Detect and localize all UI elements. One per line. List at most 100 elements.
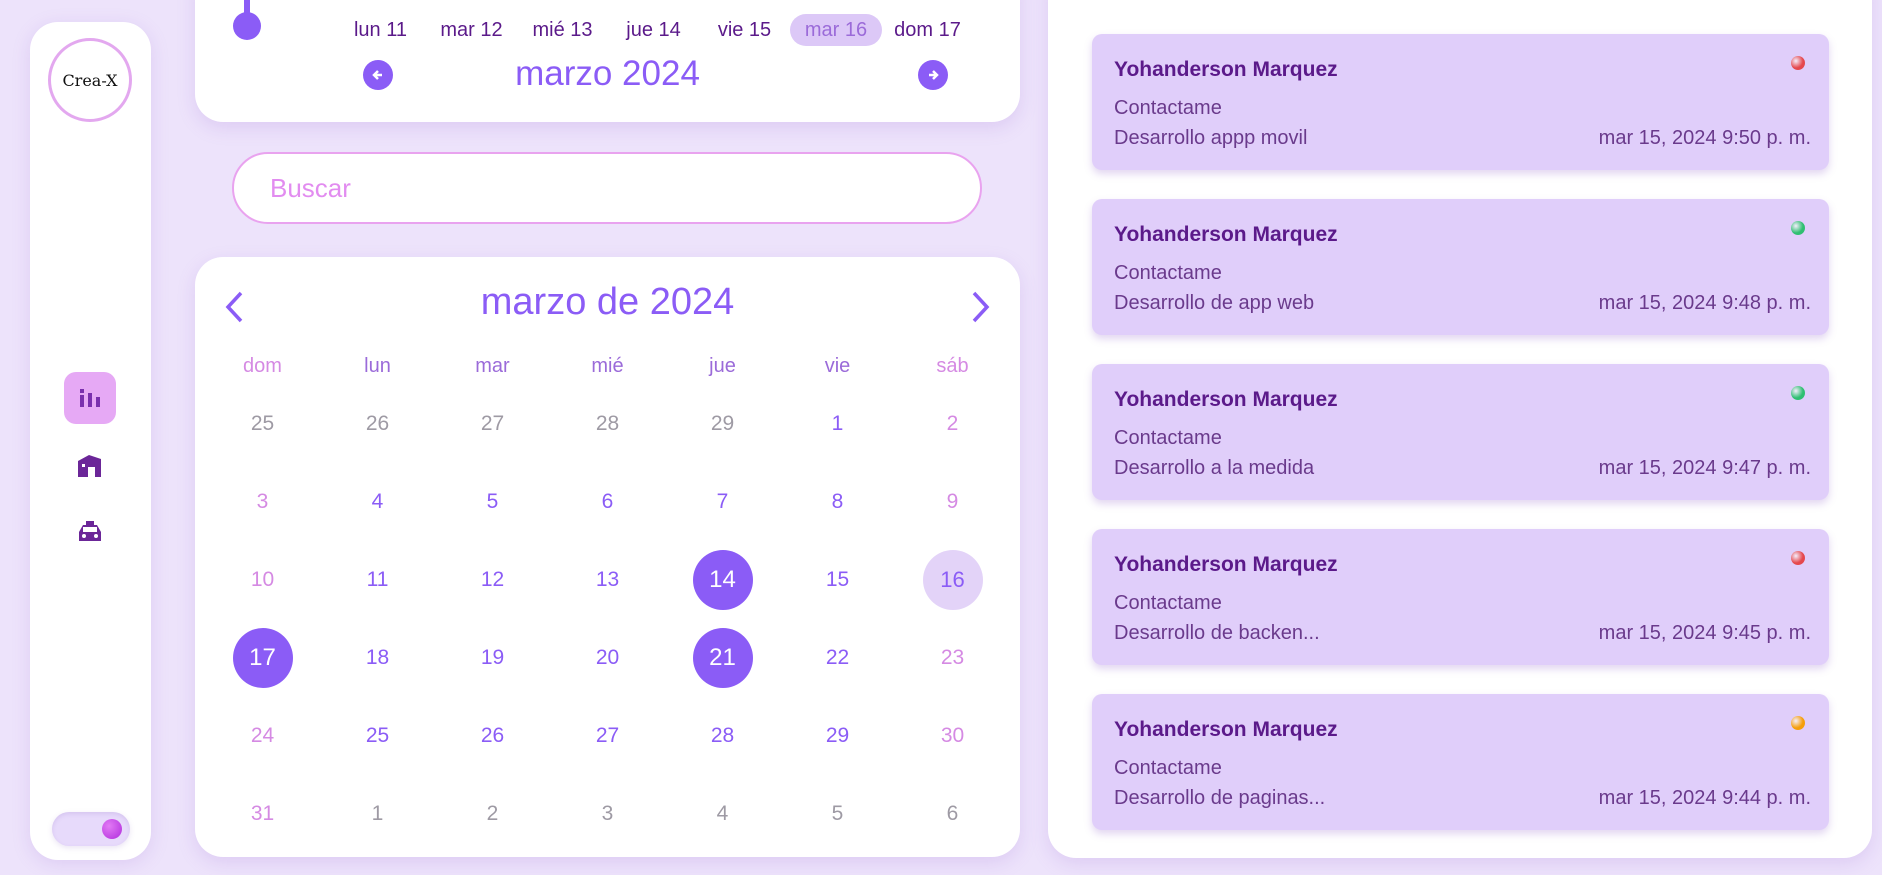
calendar-day-number: 12 <box>480 568 505 591</box>
calendar-day[interactable]: 18 <box>320 628 435 688</box>
toggle-knob <box>102 819 122 839</box>
calendar-week-row: 31 1 2 3 4 5 6 <box>205 775 1010 853</box>
message-date: mar 15, 2024 9:48 p. m. <box>1598 292 1811 314</box>
nav-buildings-button[interactable] <box>64 440 116 492</box>
calendar-day[interactable]: 29 <box>665 394 780 454</box>
week-day[interactable]: mié 13 <box>517 14 608 46</box>
calendar-day-number: 4 <box>371 490 384 513</box>
calendar-day[interactable]: 31 <box>205 784 320 844</box>
calendar-day[interactable]: 5 <box>435 472 550 532</box>
logo[interactable]: Crea-X <box>48 38 132 122</box>
week-prev-button[interactable] <box>363 60 393 90</box>
calendar-day-number: 20 <box>595 646 620 669</box>
calendar-day[interactable]: 10 <box>205 550 320 610</box>
calendar-day[interactable]: 6 <box>550 472 665 532</box>
calendar-grid: dom lun mar mié jue vie sáb 25 26 27 28 29 1 2 3 4 5 6 7 8 9… <box>205 347 1010 853</box>
history-panel: historial Yohanderson Marquez Contactame D… <box>1048 0 1872 858</box>
calendar-day[interactable]: 4 <box>665 784 780 844</box>
calendar-day[interactable]: 11 <box>320 550 435 610</box>
status-dot-icon <box>1791 716 1805 730</box>
calendar-day-number: 28 <box>595 412 620 435</box>
message-date: mar 15, 2024 9:44 p. m. <box>1598 787 1811 809</box>
calendar-day-number: 10 <box>250 568 275 591</box>
calendar-day[interactable]: 16 <box>895 550 1010 610</box>
calendar-day-number: 17 <box>232 628 293 688</box>
calendar-day[interactable]: 5 <box>780 784 895 844</box>
calendar-day[interactable]: 17 <box>205 628 320 688</box>
calendar-day[interactable]: 3 <box>550 784 665 844</box>
calendar-week-row: 25 26 27 28 29 1 2 <box>205 385 1010 463</box>
calendar-day-number: 11 <box>366 568 389 591</box>
calendar-day[interactable]: 24 <box>205 706 320 766</box>
calendar-day[interactable]: 7 <box>665 472 780 532</box>
calendar-day[interactable]: 26 <box>320 394 435 454</box>
calendar-day[interactable]: 26 <box>435 706 550 766</box>
calendar-day[interactable]: 9 <box>895 472 1010 532</box>
calendar-day[interactable]: 1 <box>780 394 895 454</box>
calendar-day[interactable]: 13 <box>550 550 665 610</box>
message-card[interactable]: Yohanderson Marquez Contactame Desarrollo … <box>1092 34 1829 170</box>
calendar-day-number: 25 <box>365 724 390 747</box>
calendar-day[interactable]: 6 <box>895 784 1010 844</box>
calendar-day-number: 5 <box>831 802 844 825</box>
calendar-day[interactable]: 27 <box>550 706 665 766</box>
calendar-day-number: 6 <box>601 490 614 513</box>
theme-toggle[interactable] <box>52 812 130 846</box>
calendar-day[interactable]: 12 <box>435 550 550 610</box>
calendar-day-number: 1 <box>831 412 844 435</box>
message-date: mar 15, 2024 9:47 p. m. <box>1598 457 1811 479</box>
message-subject: Contactame <box>1114 427 1222 449</box>
message-card[interactable]: Yohanderson Marquez Contactame Desarrollo … <box>1092 694 1829 830</box>
calendar-day[interactable]: 2 <box>895 394 1010 454</box>
calendar-day-number: 27 <box>480 412 505 435</box>
search-input[interactable] <box>232 152 982 224</box>
week-next-button[interactable] <box>918 60 948 90</box>
building-icon <box>78 455 101 477</box>
week-day[interactable]: dom 17 <box>882 14 973 46</box>
nav-dashboard-button[interactable] <box>64 372 116 424</box>
calendar-day[interactable]: 20 <box>550 628 665 688</box>
taxi-icon <box>79 521 101 541</box>
message-date: mar 15, 2024 9:50 p. m. <box>1598 127 1811 149</box>
message-card[interactable]: Yohanderson Marquez Contactame Desarrollo … <box>1092 364 1829 500</box>
nav-taxi-button[interactable] <box>64 506 116 558</box>
week-day[interactable]: jue 14 <box>608 14 699 46</box>
calendar-day-number: 26 <box>365 412 390 435</box>
week-day[interactable]: vie 15 <box>699 14 790 46</box>
calendar-day[interactable]: 27 <box>435 394 550 454</box>
calendar-day[interactable]: 4 <box>320 472 435 532</box>
calendar-day[interactable]: 14 <box>665 550 780 610</box>
week-day[interactable]: lun 11 <box>335 14 426 46</box>
message-sender: Yohanderson Marquez <box>1114 388 1338 411</box>
calendar-day[interactable]: 25 <box>320 706 435 766</box>
weekday-header: vie <box>824 354 851 377</box>
message-card[interactable]: Yohanderson Marquez Contactame Desarrollo … <box>1092 529 1829 665</box>
calendar-day[interactable]: 25 <box>205 394 320 454</box>
calendar-day-number: 16 <box>922 550 983 610</box>
message-description: Desarrollo a la medida <box>1114 457 1315 479</box>
message-description: Desarrollo de app web <box>1114 292 1315 314</box>
calendar-next-button[interactable] <box>966 289 996 325</box>
calendar-day-number: 30 <box>940 724 965 747</box>
calendar-day[interactable]: 3 <box>205 472 320 532</box>
calendar-day[interactable]: 22 <box>780 628 895 688</box>
calendar-day[interactable]: 8 <box>780 472 895 532</box>
calendar-day[interactable]: 23 <box>895 628 1010 688</box>
week-day[interactable]: mar 12 <box>426 14 517 46</box>
calendar-day[interactable]: 28 <box>665 706 780 766</box>
calendar-day-number: 7 <box>716 490 729 513</box>
calendar-day[interactable]: 21 <box>665 628 780 688</box>
calendar-day[interactable]: 19 <box>435 628 550 688</box>
calendar-day[interactable]: 1 <box>320 784 435 844</box>
message-card[interactable]: Yohanderson Marquez Contactame Desarrollo … <box>1092 199 1829 335</box>
calendar-title: marzo de 2024 <box>480 281 735 323</box>
week-day-selected[interactable]: mar 16 <box>790 14 882 46</box>
chart-bars-icon <box>80 389 100 407</box>
calendar-day[interactable]: 2 <box>435 784 550 844</box>
calendar-day[interactable]: 30 <box>895 706 1010 766</box>
calendar-day[interactable]: 29 <box>780 706 895 766</box>
calendar-day-number: 24 <box>250 724 275 747</box>
calendar-day[interactable]: 28 <box>550 394 665 454</box>
calendar-day[interactable]: 15 <box>780 550 895 610</box>
calendar-day-number: 18 <box>365 646 390 669</box>
